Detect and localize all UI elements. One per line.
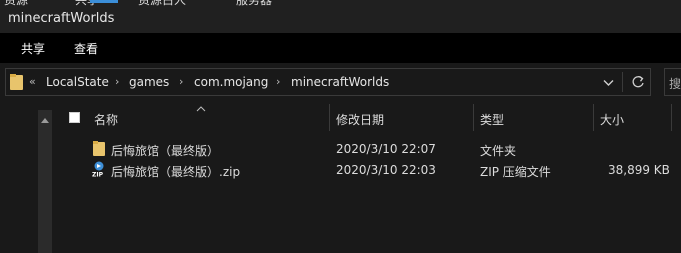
sort-ascending-icon: [196, 101, 206, 115]
column-header-name[interactable]: 名称: [94, 111, 118, 128]
breadcrumb-com-mojang[interactable]: com.mojang: [194, 75, 268, 89]
window-title: minecraftWorlds: [8, 11, 115, 26]
clipped-label-1: 资源: [4, 0, 29, 7]
folder-icon: [10, 74, 23, 90]
ribbon-bar: [0, 33, 681, 63]
active-tab-indicator: [90, 0, 118, 3]
breadcrumb-localstate[interactable]: LocalState: [46, 75, 109, 89]
chevron-right-icon: ›: [115, 75, 120, 88]
column-divider[interactable]: [671, 104, 672, 131]
file-date: 2020/3/10 22:07: [336, 142, 436, 156]
column-divider[interactable]: [329, 104, 330, 131]
zip-icon: ZIP: [92, 161, 106, 180]
file-type: 文件夹: [480, 144, 517, 158]
chevron-right-icon: ›: [276, 75, 281, 88]
address-divider: [622, 72, 623, 92]
breadcrumb-games[interactable]: games: [129, 75, 169, 89]
search-hint: 搜: [669, 77, 681, 91]
clipped-label-3: 资源占人: [138, 0, 187, 7]
breadcrumb-minecraftworlds[interactable]: minecraftWorlds: [291, 75, 389, 89]
refresh-icon[interactable]: [631, 74, 645, 93]
file-type: ZIP 压缩文件: [480, 165, 551, 179]
breadcrumb-overflow-icon[interactable]: «: [29, 75, 36, 88]
column-header-size[interactable]: 大小: [600, 111, 624, 128]
select-all-checkbox[interactable]: [69, 112, 80, 123]
chevron-down-icon[interactable]: [603, 76, 614, 90]
file-date: 2020/3/10 22:03: [336, 163, 436, 177]
file-name[interactable]: 后悔旅馆（最终版）.zip: [111, 163, 240, 180]
file-size: 38,899 KB: [608, 163, 670, 177]
chevron-right-icon: ›: [179, 75, 184, 88]
file-name[interactable]: 后悔旅馆（最终版）: [111, 142, 219, 159]
column-header-date[interactable]: 修改日期: [336, 111, 384, 128]
column-divider[interactable]: [473, 104, 474, 131]
ribbon-tab-share[interactable]: 共享: [21, 40, 45, 57]
ribbon-tab-view[interactable]: 查看: [74, 40, 98, 57]
clipped-label-4: 服务器: [236, 0, 273, 7]
svg-text:ZIP: ZIP: [92, 172, 104, 178]
column-header-type[interactable]: 类型: [480, 111, 504, 128]
nav-pane-scrollbar[interactable]: [38, 110, 52, 253]
scroll-up-arrow-icon[interactable]: [41, 112, 49, 126]
folder-icon: [93, 141, 105, 159]
column-divider[interactable]: [593, 104, 594, 131]
